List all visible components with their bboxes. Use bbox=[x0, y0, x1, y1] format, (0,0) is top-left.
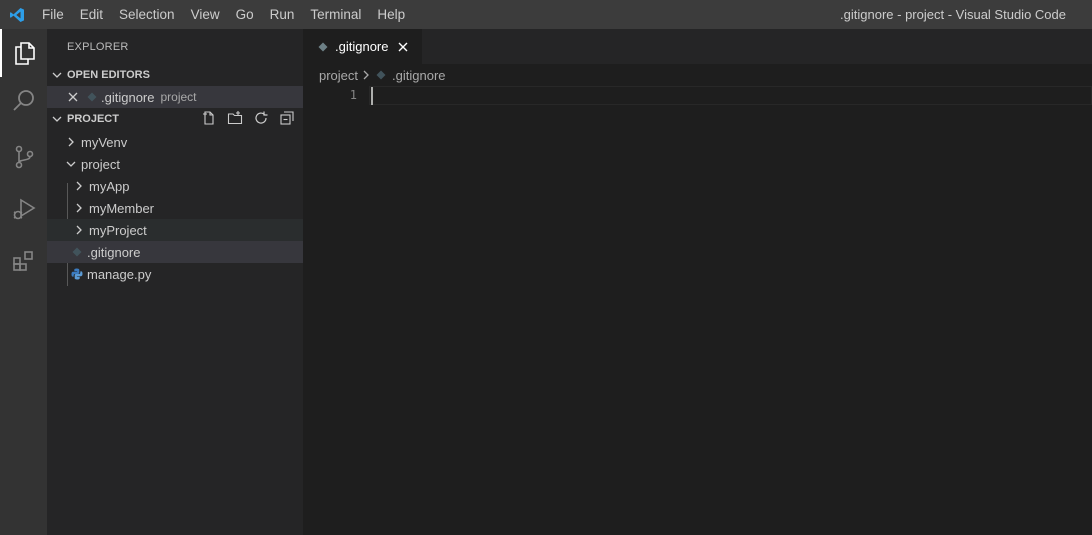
editor-area: .gitignore project .gitignore 1 bbox=[303, 29, 1092, 535]
chevron-down-icon bbox=[63, 159, 79, 169]
tree-item-label: project bbox=[81, 156, 121, 172]
open-editor-filename: .gitignore bbox=[101, 89, 155, 105]
close-icon[interactable] bbox=[398, 42, 408, 52]
tree-folder-mymember[interactable]: myMember bbox=[47, 197, 303, 219]
close-icon[interactable] bbox=[63, 92, 83, 102]
tree-file-manage-py[interactable]: manage.py bbox=[47, 263, 303, 285]
tree-folder-myapp[interactable]: myApp bbox=[47, 175, 303, 197]
sidebar-title: EXPLORER bbox=[67, 41, 129, 53]
menu-edit[interactable]: Edit bbox=[72, 0, 111, 29]
current-line-highlight[interactable] bbox=[369, 86, 1092, 105]
tree-item-label: manage.py bbox=[87, 266, 152, 282]
tree-folder-myvenv[interactable]: myVenv bbox=[47, 131, 303, 153]
chevron-right-icon bbox=[63, 137, 79, 147]
menu-file[interactable]: File bbox=[34, 0, 72, 29]
tree-item-label: myMember bbox=[89, 200, 155, 216]
open-editor-item[interactable]: .gitignore project bbox=[47, 86, 303, 108]
refresh-icon[interactable] bbox=[253, 110, 269, 129]
collapse-all-icon[interactable] bbox=[279, 110, 295, 129]
breadcrumb-folder[interactable]: project bbox=[319, 68, 358, 83]
extensions-icon[interactable] bbox=[0, 237, 47, 285]
breadcrumb: project .gitignore bbox=[319, 64, 446, 86]
chevron-right-icon bbox=[71, 181, 87, 191]
open-editor-description: project bbox=[160, 90, 197, 104]
git-file-icon bbox=[83, 92, 101, 102]
open-editors-label: OPEN EDITORS bbox=[67, 69, 150, 81]
project-header[interactable]: PROJECT bbox=[47, 108, 303, 130]
chevron-right-icon bbox=[362, 70, 370, 80]
menu-go[interactable]: Go bbox=[228, 0, 262, 29]
tree-folder-project[interactable]: project bbox=[47, 153, 303, 175]
title-bar: File Edit Selection View Go Run Terminal… bbox=[0, 0, 1092, 29]
tree-item-label: myVenv bbox=[81, 134, 128, 150]
explorer-toolbar bbox=[201, 108, 295, 130]
git-file-icon bbox=[69, 247, 85, 257]
text-cursor bbox=[371, 87, 373, 105]
chevron-right-icon bbox=[71, 225, 87, 235]
chevron-right-icon bbox=[71, 203, 87, 213]
menu-selection[interactable]: Selection bbox=[111, 0, 183, 29]
search-icon[interactable] bbox=[0, 77, 47, 125]
menu-run[interactable]: Run bbox=[262, 0, 303, 29]
tree-item-label: myApp bbox=[89, 178, 130, 194]
explorer-sidebar: EXPLORER OPEN EDITORS .gitignore project… bbox=[47, 29, 303, 535]
chevron-down-icon bbox=[47, 114, 67, 124]
vscode-logo-icon bbox=[0, 0, 34, 29]
menu-terminal[interactable]: Terminal bbox=[302, 0, 369, 29]
menu-bar: File Edit Selection View Go Run Terminal… bbox=[34, 0, 413, 29]
open-editors-header[interactable]: OPEN EDITORS bbox=[47, 64, 303, 86]
source-control-icon[interactable] bbox=[0, 133, 47, 181]
line-number: 1 bbox=[349, 88, 357, 102]
python-file-icon bbox=[69, 268, 85, 280]
new-folder-icon[interactable] bbox=[227, 110, 243, 129]
git-file-icon bbox=[376, 70, 386, 80]
explorer-icon[interactable] bbox=[0, 29, 47, 77]
tree-item-label: myProject bbox=[89, 222, 147, 238]
tabs-bar: .gitignore bbox=[303, 29, 1092, 64]
menu-view[interactable]: View bbox=[183, 0, 228, 29]
tree-file-gitignore[interactable]: .gitignore bbox=[47, 241, 303, 263]
tree-item-label: .gitignore bbox=[87, 244, 141, 260]
new-file-icon[interactable] bbox=[201, 110, 217, 129]
breadcrumb-file[interactable]: .gitignore bbox=[392, 68, 445, 83]
run-debug-icon[interactable] bbox=[0, 185, 47, 233]
tree-folder-myproject[interactable]: myProject bbox=[47, 219, 303, 241]
tab-gitignore[interactable]: .gitignore bbox=[303, 29, 422, 64]
activity-bar bbox=[0, 29, 47, 535]
project-label: PROJECT bbox=[67, 113, 119, 125]
git-file-icon bbox=[315, 42, 331, 52]
chevron-down-icon bbox=[47, 70, 67, 80]
window-title: .gitignore - project - Visual Studio Cod… bbox=[840, 7, 1066, 22]
tab-label: .gitignore bbox=[335, 39, 389, 54]
menu-help[interactable]: Help bbox=[369, 0, 413, 29]
